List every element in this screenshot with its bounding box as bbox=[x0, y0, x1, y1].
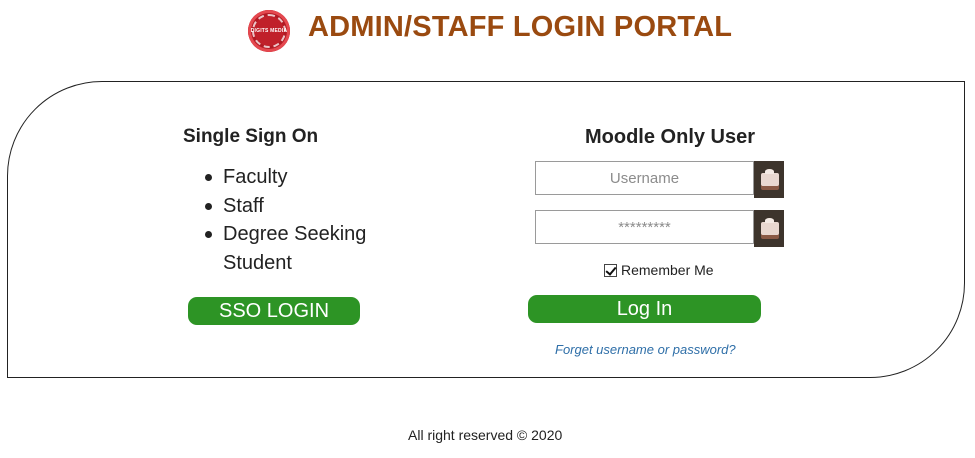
login-button[interactable]: Log In bbox=[528, 295, 761, 323]
sso-heading: Single Sign On bbox=[183, 126, 319, 147]
username-input[interactable] bbox=[535, 161, 754, 195]
remember-me-checkbox[interactable] bbox=[604, 263, 617, 277]
list-item: Degree Seeking Student bbox=[205, 220, 385, 277]
sso-user-list: Faculty Staff Degree Seeking Student bbox=[205, 163, 385, 277]
cake-topping bbox=[765, 218, 774, 223]
digits-media-logo: DIGITS MEDIA bbox=[248, 10, 290, 52]
page-title: ADMIN/STAFF LOGIN PORTAL bbox=[308, 11, 733, 43]
remember-me-control[interactable]: Remember Me bbox=[604, 262, 714, 278]
login-page: DIGITS MEDIA ADMIN/STAFF LOGIN PORTAL Si… bbox=[0, 0, 975, 458]
cake-topping bbox=[765, 169, 774, 174]
autofill-icon[interactable] bbox=[754, 161, 784, 198]
list-item: Faculty bbox=[205, 163, 385, 192]
remember-me-label: Remember Me bbox=[621, 262, 714, 278]
logo-text: DIGITS MEDIA bbox=[250, 28, 288, 34]
forgot-credentials-link[interactable]: Forget username or password? bbox=[555, 342, 736, 357]
moodle-heading: Moodle Only User bbox=[585, 126, 756, 148]
cake-image bbox=[761, 222, 779, 235]
autofill-icon[interactable] bbox=[754, 210, 784, 247]
login-panel bbox=[7, 81, 965, 378]
sso-login-button[interactable]: SSO LOGIN bbox=[188, 297, 360, 325]
footer-copyright: All right reserved © 2020 bbox=[408, 427, 563, 443]
cake-image bbox=[761, 173, 779, 186]
password-input[interactable] bbox=[535, 210, 754, 244]
list-item: Staff bbox=[205, 192, 385, 221]
